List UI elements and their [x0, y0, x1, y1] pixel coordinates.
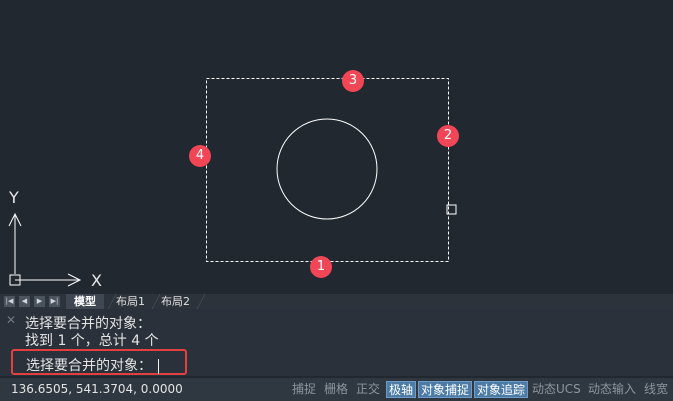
object-snap-toggle[interactable]: 对象捕捉	[418, 381, 473, 398]
lineweight-toggle[interactable]: 线宽	[644, 381, 668, 398]
last-tab-icon[interactable]: ▶|	[49, 296, 60, 307]
tab-separator	[197, 294, 205, 309]
text-caret	[158, 358, 159, 374]
command-prompt-text: 选择要合并的对象：	[26, 358, 152, 374]
polar-toggle[interactable]: 极轴	[386, 381, 417, 398]
tab-model[interactable]: 模型	[66, 294, 104, 309]
marker-3: 3	[342, 70, 364, 92]
dynamic-input-toggle[interactable]: 动态输入	[588, 381, 636, 398]
drawing-canvas[interactable]: Y X 1 2 3 4	[0, 0, 673, 294]
dynamic-ucs-toggle[interactable]: 动态UCS	[532, 381, 581, 398]
marker-2: 2	[437, 125, 459, 147]
grid-toggle[interactable]: 栅格	[324, 381, 348, 398]
coordinate-readout: 136.6505, 541.3704, 0.0000	[11, 382, 183, 396]
command-window: ✕ 选择要合并的对象： 找到 1 个，总计 4 个 选择要合并的对象：	[0, 309, 673, 376]
x-axis-label: X	[91, 271, 102, 290]
circle-object[interactable]	[276, 118, 378, 220]
dashed-selection-rectangle[interactable]	[206, 78, 449, 262]
drawing-svg	[8, 78, 457, 287]
snap-toggle[interactable]: 捕捉	[292, 381, 316, 398]
command-input[interactable]: 选择要合并的对象：	[11, 349, 187, 375]
command-history-line: 找到 1 个，总计 4 个	[25, 333, 159, 349]
prev-tab-icon[interactable]: ◀	[19, 296, 30, 307]
tab-layout2[interactable]: 布局2	[153, 294, 198, 309]
marker-1: 1	[310, 256, 332, 278]
close-icon[interactable]: ✕	[6, 314, 16, 326]
object-track-toggle[interactable]: 对象追踪	[474, 381, 529, 398]
tab-layout1[interactable]: 布局1	[108, 294, 153, 309]
status-bar: 136.6505, 541.3704, 0.0000 捕捉 栅格 正交 极轴 对…	[0, 378, 673, 401]
y-axis-label: Y	[9, 188, 19, 207]
ucs-icon	[8, 212, 82, 287]
marker-4: 4	[189, 145, 211, 167]
first-tab-icon[interactable]: |◀	[4, 296, 15, 307]
layout-tab-bar: |◀ ◀ ▶ ▶| 模型 布局1 布局2	[0, 294, 673, 309]
next-tab-icon[interactable]: ▶	[34, 296, 45, 307]
ortho-toggle[interactable]: 正交	[356, 381, 380, 398]
